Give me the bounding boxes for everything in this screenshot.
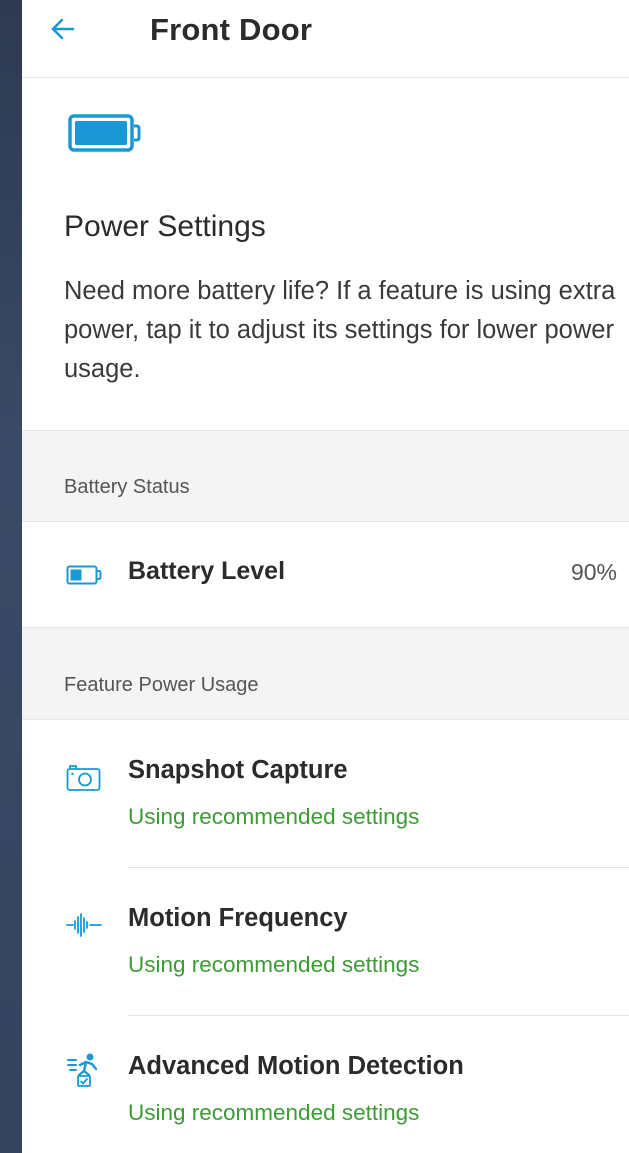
power-settings-panel: Front Door Power Settings Need more batt…: [22, 0, 629, 1153]
battery-level-value: 90%: [570, 559, 617, 585]
motion-detection-icon: [67, 1053, 98, 1087]
feature-status: Using recommended settings: [128, 952, 420, 977]
feature-item-snapshot-capture[interactable]: Snapshot Capture Using recommended setti…: [22, 720, 629, 868]
arrow-left-icon: [51, 18, 75, 40]
intro-section: Power Settings Need more battery life? I…: [22, 78, 629, 431]
page-title: Front Door: [150, 12, 313, 47]
battery-level-label: Battery Level: [128, 557, 286, 585]
feature-item-motion-frequency[interactable]: Motion Frequency Using recommended setti…: [22, 868, 629, 1016]
waveform-icon: [66, 913, 102, 937]
intro-description: Need more battery life? If a feature is …: [64, 277, 616, 383]
section-label: Battery Status: [64, 476, 190, 498]
feature-status: Using recommended settings: [128, 1100, 420, 1125]
feature-title: Snapshot Capture: [128, 756, 348, 784]
battery-level-row[interactable]: Battery Level 90%: [22, 522, 629, 628]
battery-status-header: Battery Status: [22, 431, 629, 522]
feature-title: Advanced Motion Detection: [128, 1052, 464, 1080]
section-title: Power Settings: [64, 210, 266, 243]
battery-icon: [68, 114, 141, 152]
section-label: Feature Power Usage: [64, 674, 259, 696]
camera-icon: [66, 765, 101, 791]
app-header: Front Door: [22, 0, 629, 78]
feature-status: Using recommended settings: [128, 804, 420, 829]
battery-icon: [66, 565, 102, 585]
back-button[interactable]: [48, 14, 78, 44]
feature-power-header: Feature Power Usage: [22, 628, 629, 720]
feature-item-advanced-motion-detection[interactable]: Advanced Motion Detection Using recommen…: [22, 1016, 629, 1153]
feature-title: Motion Frequency: [128, 904, 348, 932]
